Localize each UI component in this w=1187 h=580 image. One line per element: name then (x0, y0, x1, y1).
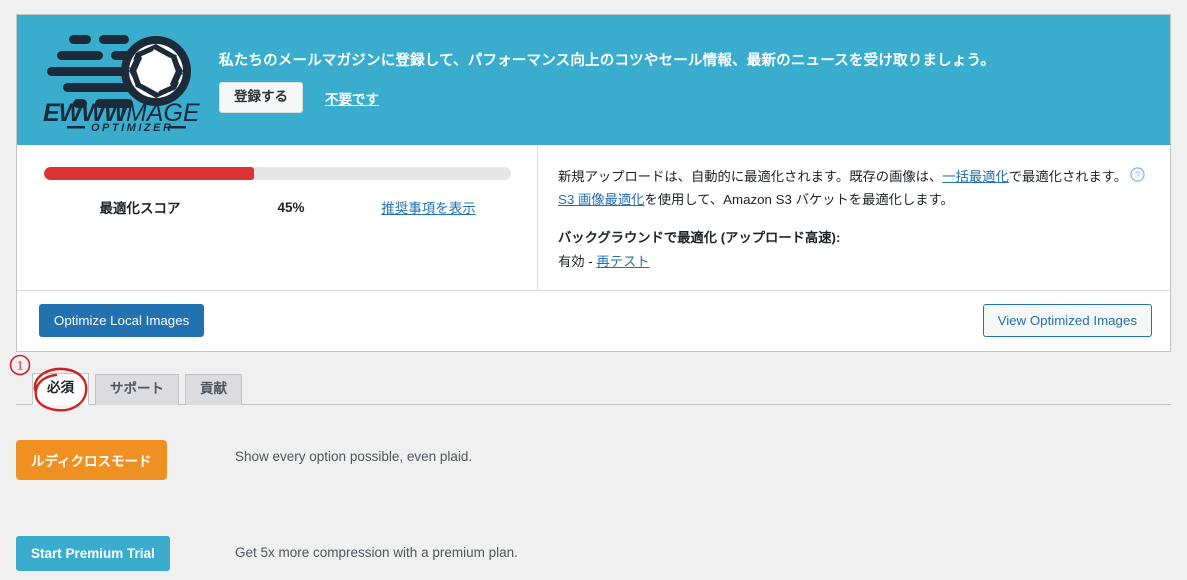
action-bar: Optimize Local Images View Optimized Ima… (17, 290, 1170, 351)
options-list: ルディクロスモード Show every option possible, ev… (16, 440, 1171, 580)
ludicrous-mode-description: Show every option possible, even plaid. (235, 449, 473, 464)
auto-optimize-text-1: 新規アップロードは、自動的に最適化されます。既存の画像は、 (558, 169, 943, 184)
subscribe-button[interactable]: 登録する (219, 82, 303, 113)
settings-tab-bar: 必須 サポート 貢献 (16, 373, 1171, 405)
s3-optimize-info: S3 画像最適化を使用して、Amazon S3 バケットを最適化します。 (558, 188, 1148, 211)
premium-button-wrap: Start Premium Trial (16, 536, 235, 571)
score-line: 最適化スコア 45% 推奨事項を表示 (44, 197, 511, 217)
start-premium-trial-button[interactable]: Start Premium Trial (16, 536, 170, 571)
show-recommendations-link[interactable]: 推奨事項を表示 (346, 197, 511, 217)
score-value: 45% (277, 199, 305, 215)
background-state-text: 有効 - (558, 253, 597, 269)
optimization-info-panel: 新規アップロードは、自動的に最適化されます。既存の画像は、一括最適化で最適化され… (538, 145, 1170, 290)
newsletter-banner: EWWW IMAGE OPTIMIZER 私たちのメールマガジンに登録して、パフ… (17, 15, 1170, 145)
dismiss-newsletter-link[interactable]: 不要です (325, 88, 379, 108)
question-circle-icon[interactable]: ? (1130, 167, 1145, 182)
svg-text:OPTIMIZER: OPTIMIZER (91, 122, 173, 133)
optimization-score-panel: 最適化スコア 45% 推奨事項を表示 (17, 145, 538, 290)
s3-optimize-text: を使用して、Amazon S3 バケットを最適化します。 (644, 192, 954, 208)
optimizer-status-card: EWWW IMAGE OPTIMIZER 私たちのメールマガジンに登録して、パフ… (16, 14, 1171, 352)
auto-optimize-info: 新規アップロードは、自動的に最適化されます。既存の画像は、一括最適化で最適化され… (558, 165, 1148, 188)
premium-trial-description: Get 5x more compression with a premium p… (235, 545, 518, 560)
retest-link[interactable]: 再テスト (596, 254, 649, 269)
status-row: 最適化スコア 45% 推奨事項を表示 新規アップロードは、自動的に最適化されます… (17, 145, 1170, 290)
option-row-premium: Start Premium Trial Get 5x more compress… (16, 536, 1171, 580)
score-progress-track (44, 167, 511, 180)
svg-text:?: ? (1135, 170, 1140, 180)
tab-contribute[interactable]: 貢献 (185, 374, 242, 405)
auto-optimize-text-2: で最適化されます。 (1008, 169, 1128, 184)
bulk-optimize-link[interactable]: 一括最適化 (942, 169, 1008, 184)
ludicrous-button-wrap: ルディクロスモード (16, 440, 235, 480)
optimize-local-images-button[interactable]: Optimize Local Images (39, 304, 205, 337)
score-label: 最適化スコア (99, 201, 181, 216)
newsletter-message: 私たちのメールマガジンに登録して、パフォーマンス向上のコツやセール情報、最新のニ… (219, 53, 996, 70)
s3-optimize-link[interactable]: S3 画像最適化 (558, 192, 644, 207)
background-optimize-title: バックグラウンドで最適化 (アップロード高速): (558, 229, 841, 245)
newsletter-actions: 登録する 不要です (219, 82, 995, 113)
newsletter-body: 私たちのメールマガジンに登録して、パフォーマンス向上のコツやセール情報、最新のニ… (207, 45, 995, 113)
background-optimize-state: 有効 - 再テスト (558, 250, 1148, 273)
score-progress-fill (44, 167, 255, 180)
tab-support[interactable]: サポート (95, 374, 179, 405)
ludicrous-mode-button[interactable]: ルディクロスモード (16, 440, 167, 480)
svg-text:1: 1 (17, 358, 24, 373)
option-row-ludicrous: ルディクロスモード Show every option possible, ev… (16, 440, 1171, 536)
view-optimized-images-button[interactable]: View Optimized Images (982, 304, 1152, 337)
tab-required[interactable]: 必須 (32, 373, 89, 405)
ewww-logo: EWWW IMAGE OPTIMIZER (39, 25, 207, 133)
page-root: EWWW IMAGE OPTIMIZER 私たちのメールマガジンに登録して、パフ… (0, 0, 1187, 580)
